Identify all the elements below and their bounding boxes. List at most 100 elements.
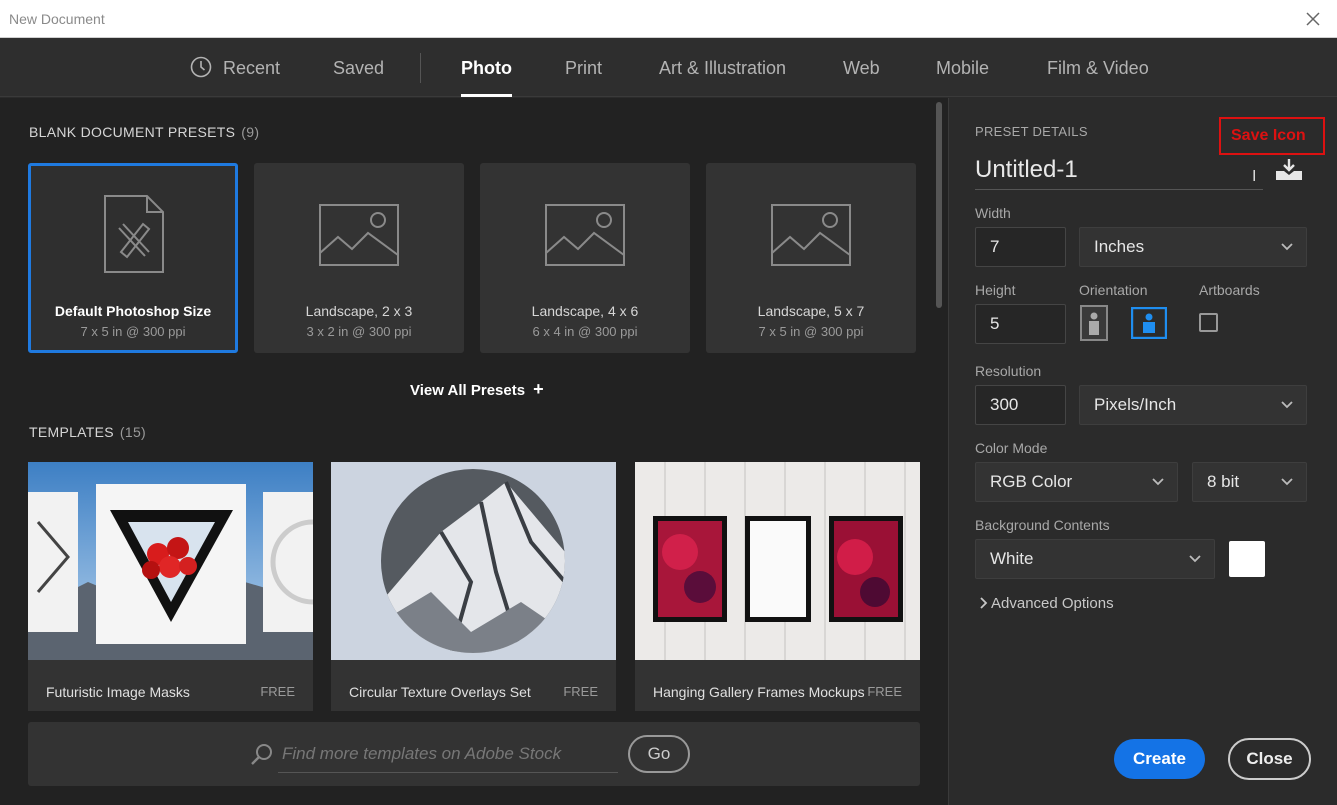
color-mode-label: Color Mode bbox=[975, 440, 1048, 456]
tab-mobile[interactable]: Mobile bbox=[936, 58, 989, 79]
presets-heading: BLANK DOCUMENT PRESETS (9) bbox=[29, 124, 259, 140]
title-bar: New Document bbox=[0, 0, 1337, 38]
artboards-checkbox[interactable] bbox=[1199, 313, 1218, 332]
advanced-options-toggle[interactable]: Advanced Options bbox=[979, 595, 1114, 612]
image-icon bbox=[545, 204, 625, 266]
resolution-unit-value: Pixels/Inch bbox=[1094, 395, 1177, 414]
chevron-down-icon bbox=[1281, 401, 1293, 409]
background-select[interactable]: White bbox=[975, 539, 1215, 579]
resolution-unit-select[interactable]: Pixels/Inch bbox=[1079, 385, 1307, 425]
preset-details-pane: PRESET DETAILS Save Icon Untitled-1 I Wi… bbox=[948, 98, 1337, 805]
resolution-label: Resolution bbox=[975, 363, 1042, 379]
preset-card[interactable]: Default Photoshop Size 7 x 5 in @ 300 pp… bbox=[28, 163, 238, 353]
create-button[interactable]: Create bbox=[1114, 739, 1205, 779]
resolution-input[interactable]: 300 bbox=[975, 385, 1066, 425]
width-unit-select[interactable]: Inches bbox=[1079, 227, 1307, 267]
close-window-icon[interactable] bbox=[1303, 9, 1323, 29]
orientation-label: Orientation bbox=[1079, 282, 1148, 298]
height-label: Height bbox=[975, 282, 1016, 298]
templates-heading-label: TEMPLATES bbox=[29, 424, 114, 440]
go-button[interactable]: Go bbox=[628, 735, 690, 773]
tab-print[interactable]: Print bbox=[565, 58, 602, 79]
preset-size: 3 x 2 in @ 300 ppi bbox=[306, 324, 412, 339]
template-price: FREE bbox=[867, 684, 902, 699]
preset-name: Landscape, 5 x 7 bbox=[757, 303, 865, 319]
bit-depth-value: 8 bit bbox=[1207, 472, 1240, 491]
plus-icon: + bbox=[533, 379, 544, 399]
width-label: Width bbox=[975, 205, 1011, 221]
close-button[interactable]: Close bbox=[1228, 738, 1311, 780]
background-color-swatch[interactable] bbox=[1229, 541, 1265, 577]
preset-size: 7 x 5 in @ 300 ppi bbox=[80, 324, 186, 339]
portrait-orientation-icon[interactable] bbox=[1080, 305, 1108, 341]
color-mode-value: RGB Color bbox=[990, 472, 1073, 491]
window-title: New Document bbox=[9, 11, 105, 27]
category-tabs: Recent Saved Photo Print Art & Illustrat… bbox=[0, 38, 1337, 97]
clock-icon bbox=[190, 56, 212, 78]
chevron-down-icon bbox=[1152, 478, 1164, 486]
document-name-underline bbox=[975, 189, 1263, 190]
chevron-down-icon bbox=[1189, 555, 1201, 563]
bit-depth-select[interactable]: 8 bit bbox=[1192, 462, 1307, 502]
preset-name: Landscape, 4 x 6 bbox=[531, 303, 639, 319]
search-icon bbox=[251, 744, 272, 765]
presets-heading-label: BLANK DOCUMENT PRESETS bbox=[29, 124, 236, 140]
template-name: Futuristic Image Masks bbox=[46, 684, 190, 700]
chevron-down-icon bbox=[1281, 478, 1293, 486]
background-value: White bbox=[990, 549, 1034, 568]
preset-card[interactable]: Landscape, 5 x 7 7 x 5 in @ 300 ppi bbox=[706, 163, 916, 353]
tab-web[interactable]: Web bbox=[843, 58, 880, 79]
chevron-right-icon bbox=[980, 597, 988, 609]
template-price: FREE bbox=[260, 684, 295, 699]
preset-card[interactable]: Landscape, 2 x 3 3 x 2 in @ 300 ppi bbox=[254, 163, 464, 353]
color-mode-select[interactable]: RGB Color bbox=[975, 462, 1178, 502]
template-name: Hanging Gallery Frames Mockups bbox=[653, 684, 865, 700]
template-card[interactable]: Futuristic Image Masks FREE bbox=[28, 462, 313, 711]
tab-film-video[interactable]: Film & Video bbox=[1047, 58, 1149, 79]
templates-heading: TEMPLATES (15) bbox=[29, 424, 146, 440]
advanced-options-label: Advanced Options bbox=[991, 595, 1114, 612]
templates-count: (15) bbox=[119, 424, 147, 440]
preset-size: 7 x 5 in @ 300 ppi bbox=[758, 324, 864, 339]
image-icon bbox=[319, 204, 399, 266]
search-underline bbox=[278, 772, 618, 773]
stock-search-bar: Find more templates on Adobe Stock Go bbox=[28, 722, 920, 786]
annotation-label: Save Icon bbox=[1231, 127, 1306, 144]
chevron-down-icon bbox=[1281, 243, 1293, 251]
save-preset-icon[interactable] bbox=[1275, 158, 1303, 182]
template-thumbnail bbox=[28, 462, 313, 660]
template-card[interactable]: Hanging Gallery Frames Mockups FREE bbox=[635, 462, 920, 711]
preset-name: Landscape, 2 x 3 bbox=[305, 303, 413, 319]
preset-details-heading: PRESET DETAILS bbox=[975, 124, 1088, 139]
image-icon bbox=[771, 204, 851, 266]
artboards-label: Artboards bbox=[1199, 282, 1260, 298]
height-input[interactable]: 5 bbox=[975, 304, 1066, 344]
stock-search-input[interactable]: Find more templates on Adobe Stock bbox=[282, 744, 561, 764]
text-cursor-icon: I bbox=[1252, 168, 1257, 185]
preset-size: 6 x 4 in @ 300 ppi bbox=[532, 324, 638, 339]
save-icon-annotation: Save Icon bbox=[1219, 117, 1325, 155]
tab-art-illustration[interactable]: Art & Illustration bbox=[659, 58, 786, 79]
presets-count: (9) bbox=[241, 124, 260, 140]
background-label: Background Contents bbox=[975, 517, 1110, 533]
template-price: FREE bbox=[563, 684, 598, 699]
width-unit-value: Inches bbox=[1094, 237, 1145, 256]
view-all-presets-link[interactable]: View All Presets + bbox=[410, 379, 544, 400]
document-name-field[interactable]: Untitled-1 bbox=[975, 156, 1078, 184]
template-thumbnail bbox=[331, 462, 616, 660]
presets-pane: BLANK DOCUMENT PRESETS (9) Default Photos… bbox=[0, 98, 948, 805]
tab-saved[interactable]: Saved bbox=[333, 58, 384, 79]
scrollbar[interactable] bbox=[936, 102, 942, 308]
template-thumbnail bbox=[635, 462, 920, 660]
tab-recent[interactable]: Recent bbox=[223, 58, 280, 79]
preset-card[interactable]: Landscape, 4 x 6 6 x 4 in @ 300 ppi bbox=[480, 163, 690, 353]
tab-photo[interactable]: Photo bbox=[461, 58, 512, 97]
template-card[interactable]: Circular Texture Overlays Set FREE bbox=[331, 462, 616, 711]
landscape-orientation-icon[interactable] bbox=[1131, 307, 1167, 339]
tab-divider bbox=[420, 53, 421, 83]
document-icon bbox=[104, 195, 164, 273]
template-name: Circular Texture Overlays Set bbox=[349, 684, 531, 700]
width-input[interactable]: 7 bbox=[975, 227, 1066, 267]
preset-name: Default Photoshop Size bbox=[54, 303, 212, 319]
view-all-label: View All Presets bbox=[410, 382, 526, 399]
